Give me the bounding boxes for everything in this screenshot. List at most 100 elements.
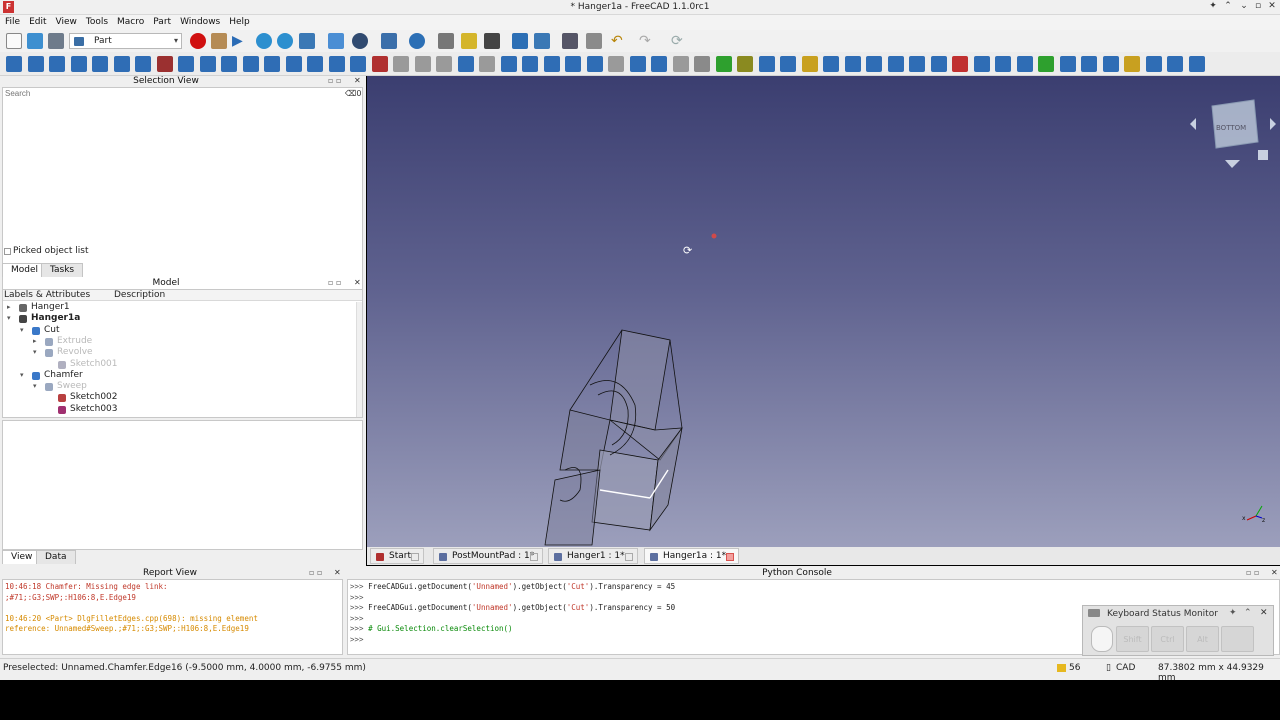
expand-arrow-icon[interactable]: ▾ <box>7 313 11 324</box>
expand-arrow-icon[interactable]: ▾ <box>20 370 24 381</box>
measure-icon[interactable] <box>438 33 454 49</box>
3d-model[interactable]: BOTTOM x z ⟳ <box>367 76 1280 547</box>
menu-macro[interactable]: Macro <box>112 15 148 30</box>
3d-viewport[interactable]: BOTTOM x z ⟳ <box>367 76 1280 547</box>
clear-search-icon[interactable]: ⌫ <box>345 89 356 98</box>
minimize-button[interactable]: ⌄ <box>1237 1 1251 13</box>
part-tool-icon[interactable] <box>285 56 302 72</box>
macros-icon[interactable] <box>211 33 227 49</box>
tab-postmountpad[interactable]: PostMountPad : 1* <box>433 548 543 564</box>
part-tool-icon[interactable] <box>199 56 216 72</box>
part-tool-icon[interactable] <box>1016 56 1033 72</box>
tab-tasks[interactable]: Tasks <box>41 263 84 277</box>
mouse-nav-icon[interactable]: ▯ <box>1106 663 1111 673</box>
refresh-icon[interactable]: ⟳ <box>671 33 687 49</box>
part-tool-icon[interactable] <box>758 56 775 72</box>
navigation-style[interactable]: CAD <box>1116 663 1135 673</box>
tab-hanger1[interactable]: Hanger1 : 1* <box>548 548 638 564</box>
part-tool-icon[interactable] <box>457 56 474 72</box>
part-tool-icon[interactable] <box>930 56 947 72</box>
part-tool-icon[interactable] <box>393 56 409 72</box>
part-tool-icon[interactable] <box>328 56 345 72</box>
part-tool-icon[interactable] <box>909 56 925 72</box>
part-tool-icon[interactable] <box>479 56 495 72</box>
column-labels[interactable]: Labels & Attributes <box>4 290 90 301</box>
part-tool-icon[interactable] <box>221 56 237 72</box>
part-tool-icon[interactable] <box>801 56 818 72</box>
notification-icon[interactable] <box>1057 664 1066 672</box>
dock-close-icon[interactable]: ✕ <box>354 76 361 85</box>
part-tool-icon[interactable] <box>694 56 710 72</box>
part-tool-icon[interactable] <box>6 56 22 72</box>
isometric-view-icon[interactable] <box>299 33 315 49</box>
menu-windows[interactable]: Windows <box>175 15 224 30</box>
part-tool-icon[interactable] <box>1059 56 1076 72</box>
dock-float-icon[interactable]: ▫ ▫ <box>309 568 322 577</box>
run-macro-icon[interactable]: ▶ <box>232 33 248 49</box>
part-tool-icon[interactable] <box>543 56 560 72</box>
fit-selection-icon[interactable] <box>277 33 293 49</box>
part-tool-icon[interactable] <box>1167 56 1183 72</box>
picked-object-checkbox[interactable] <box>4 248 11 255</box>
bounding-box-icon[interactable] <box>328 33 344 49</box>
undo-icon[interactable]: ↶ <box>611 33 627 49</box>
part-tool-icon[interactable] <box>436 56 452 72</box>
keep-above-icon[interactable]: ✦ <box>1206 1 1220 13</box>
menu-view[interactable]: View <box>51 15 81 30</box>
menu-help[interactable]: Help <box>224 15 254 30</box>
part-tool-icon[interactable] <box>242 56 259 72</box>
part-tool-icon[interactable] <box>715 56 732 72</box>
part-primitive-icon[interactable] <box>461 33 477 49</box>
dock-float-icon[interactable]: ▫ ▫ <box>328 76 341 85</box>
part-tool-icon[interactable] <box>672 56 689 72</box>
zoom-icon[interactable] <box>409 33 425 49</box>
part-tool-icon[interactable] <box>1145 56 1162 72</box>
part-tool-icon[interactable] <box>952 56 968 72</box>
expand-arrow-icon[interactable]: ▾ <box>33 381 37 392</box>
part-tool-icon[interactable] <box>565 56 581 72</box>
redo-icon[interactable]: ↷ <box>639 33 655 49</box>
part-tool-icon[interactable] <box>608 56 624 72</box>
part-tool-icon[interactable] <box>350 56 366 72</box>
close-icon[interactable] <box>530 553 538 561</box>
part-tool-icon[interactable] <box>629 56 646 72</box>
part-tool-icon[interactable] <box>500 56 517 72</box>
part-tool-icon[interactable] <box>264 56 280 72</box>
part-tool-icon[interactable] <box>737 56 753 72</box>
report-view[interactable]: 10:46:18 Chamfer: Missing edge link: ;#7… <box>2 579 343 655</box>
menu-file[interactable]: File <box>0 15 24 30</box>
dock-float-icon[interactable]: ▫ ▫ <box>1246 568 1259 577</box>
pin-icon[interactable]: ✦ <box>1229 608 1237 618</box>
part-tool-icon[interactable] <box>1081 56 1097 72</box>
workbench-selector[interactable]: Part ▾ <box>69 33 182 49</box>
part-tool-icon[interactable] <box>156 56 173 72</box>
part-tool-icon[interactable] <box>887 56 904 72</box>
close-icon[interactable] <box>625 553 633 561</box>
close-icon[interactable]: ✕ <box>1260 608 1268 618</box>
tree-scrollbar[interactable] <box>356 302 362 417</box>
part-tool-icon[interactable] <box>414 56 431 72</box>
menu-tools[interactable]: Tools <box>81 15 112 30</box>
part-tool-icon[interactable] <box>92 56 108 72</box>
view-front-icon[interactable] <box>381 33 397 49</box>
part-tool-icon[interactable] <box>178 56 194 72</box>
dock-float-icon[interactable]: ▫ ▫ <box>328 278 341 287</box>
part-tool-icon[interactable] <box>113 56 130 72</box>
part-tool-icon[interactable] <box>973 56 990 72</box>
part-tool-icon[interactable] <box>371 56 388 72</box>
dock-close-icon[interactable]: ✕ <box>354 278 361 287</box>
part-tool-icon[interactable] <box>135 56 151 72</box>
link-icon[interactable] <box>534 33 550 49</box>
part-tool-icon[interactable] <box>823 56 839 72</box>
new-document-icon[interactable] <box>6 33 22 49</box>
dock-close-icon[interactable]: ✕ <box>334 568 341 577</box>
open-document-icon[interactable] <box>27 33 43 49</box>
close-window-button[interactable]: ✕ <box>1265 1 1279 13</box>
part-tool-icon[interactable] <box>522 56 538 72</box>
part-tool-icon[interactable] <box>1038 56 1054 72</box>
part-tool-icon[interactable] <box>844 56 861 72</box>
maximize-button[interactable]: ▫ <box>1251 1 1265 13</box>
expand-arrow-icon[interactable]: ▸ <box>33 336 37 347</box>
expand-arrow-icon[interactable]: ▸ <box>7 302 11 313</box>
close-icon[interactable] <box>411 553 419 561</box>
